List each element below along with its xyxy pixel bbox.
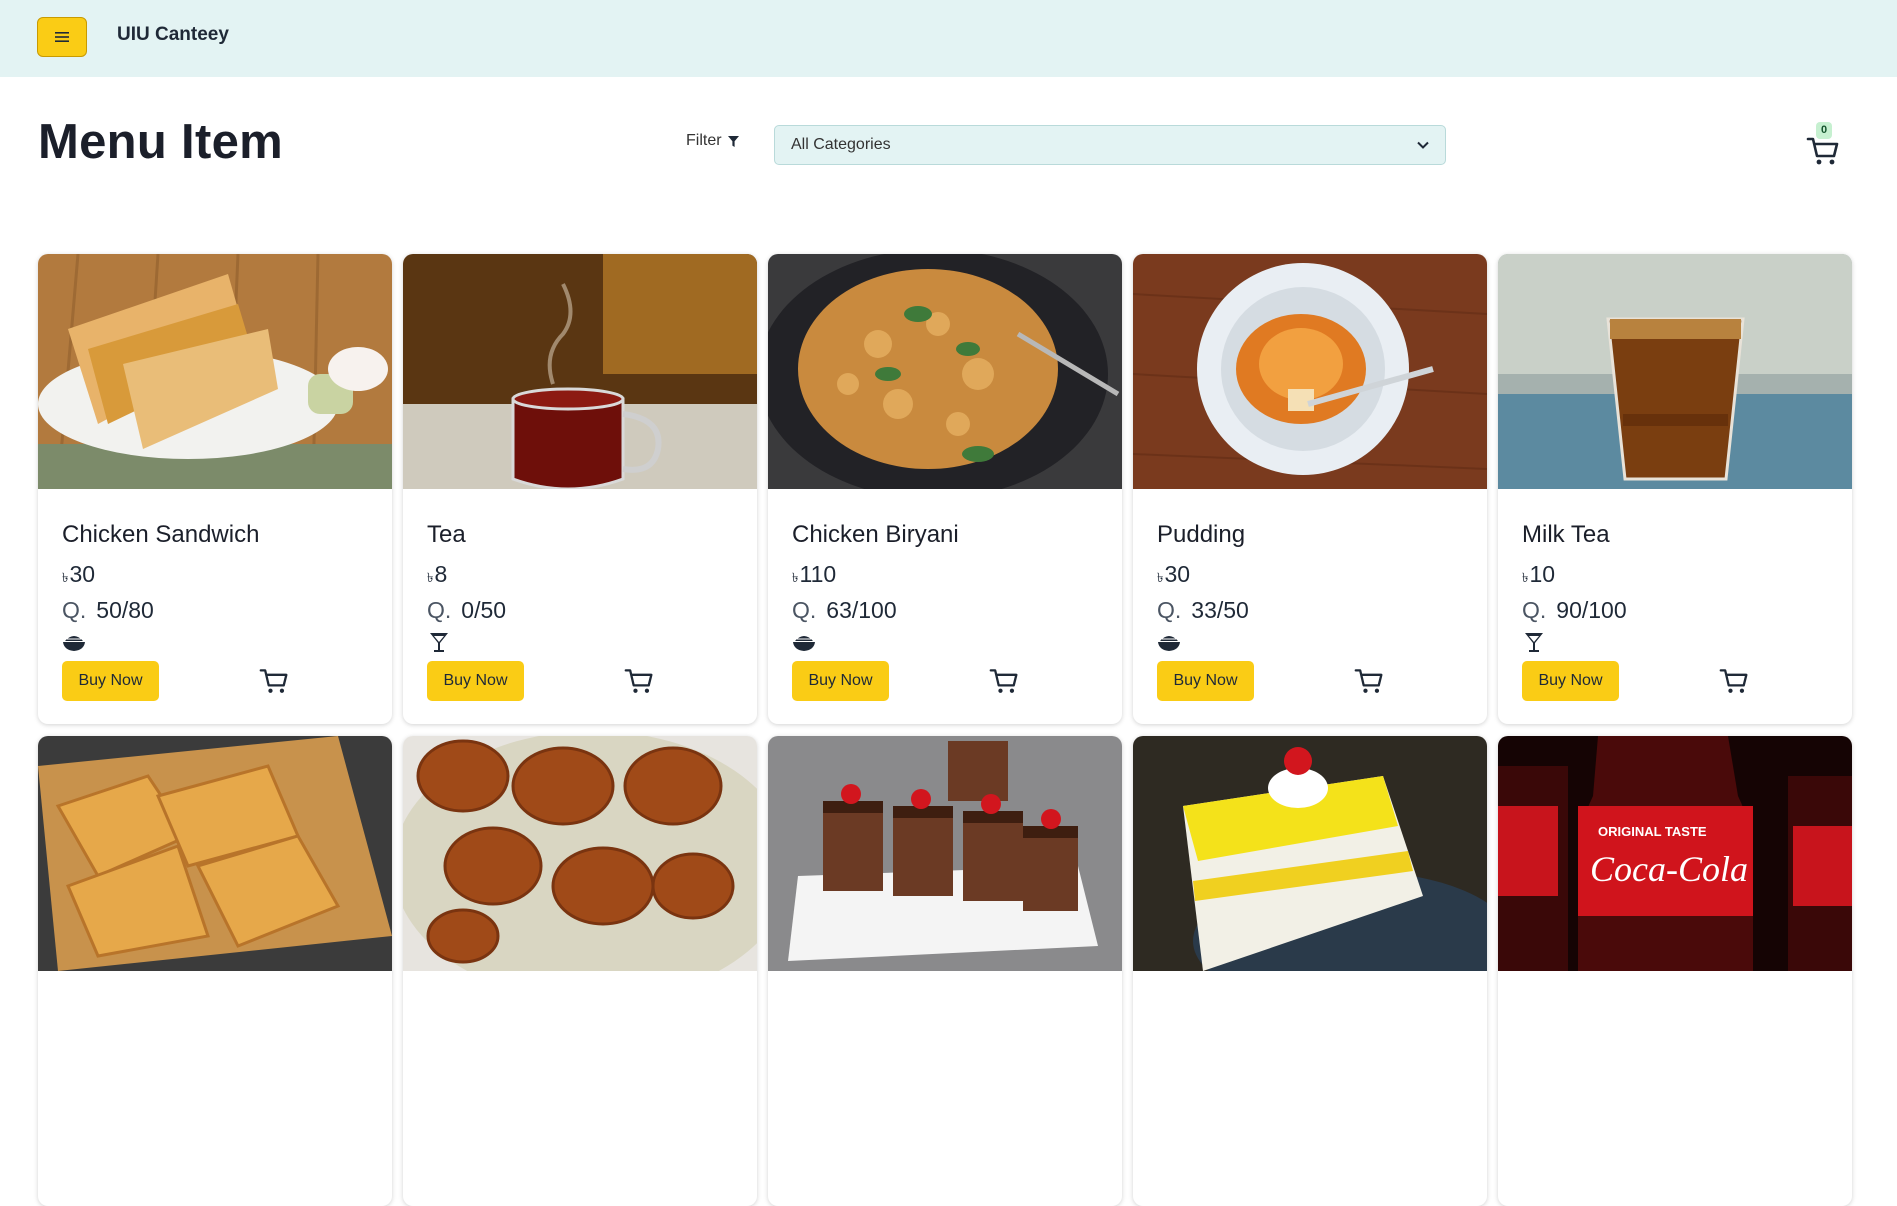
add-to-cart-icon[interactable]: [989, 666, 1019, 696]
menu-item-card: ORIGINAL TASTE Coca-Cola: [1498, 736, 1852, 1206]
svg-text:ORIGINAL TASTE: ORIGINAL TASTE: [1598, 824, 1707, 839]
quantity-value: 33/50: [1191, 597, 1249, 623]
menu-item-quantity: Q. 50/80: [62, 597, 154, 624]
menu-item-card: Chicken Biryani ৳ 110 Q. 63/100 Buy Now: [768, 254, 1122, 724]
menu-item-card: [768, 736, 1122, 1206]
chicken-biryani-photo: [768, 254, 1122, 489]
add-to-cart-icon[interactable]: [1719, 666, 1749, 696]
milk-tea-photo: [1498, 254, 1852, 489]
price-value: 30: [69, 561, 96, 587]
quantity-label: Q.: [1157, 597, 1182, 623]
add-to-cart-icon[interactable]: [259, 666, 289, 696]
menu-item-quantity: Q. 33/50: [1157, 597, 1249, 624]
buy-now-button[interactable]: Buy Now: [792, 661, 889, 701]
quantity-value: 50/80: [96, 597, 154, 623]
buy-now-button[interactable]: Buy Now: [1522, 661, 1619, 701]
currency-symbol: ৳: [1157, 570, 1164, 585]
pineapple-cake-photo: [1133, 736, 1487, 971]
chicken-sandwich-photo: [38, 254, 392, 489]
currency-symbol: ৳: [792, 570, 799, 585]
svg-text:Coca-Cola: Coca-Cola: [1590, 849, 1748, 889]
price-value: 10: [1529, 561, 1556, 587]
food-bowl-icon: [1158, 636, 1180, 651]
menu-item-name: Pudding: [1157, 521, 1246, 548]
cocktail-glass-icon: [430, 633, 448, 652]
menu-item-name: Chicken Sandwich: [62, 521, 260, 548]
filter-text: Filter: [686, 132, 722, 149]
food-bowl-icon: [63, 636, 85, 651]
currency-symbol: ৳: [62, 570, 69, 585]
add-to-cart-icon[interactable]: [624, 666, 654, 696]
category-select-value: All Categories: [791, 136, 891, 153]
chevron-down-icon: [1417, 141, 1429, 149]
menu-item-card: [38, 736, 392, 1206]
menu-item-card: Pudding ৳ 30 Q. 33/50 Buy Now: [1133, 254, 1487, 724]
menu-item-price: ৳ 10: [1522, 561, 1555, 590]
buy-now-button[interactable]: Buy Now: [427, 661, 524, 701]
pudding-photo: [1133, 254, 1487, 489]
funnel-icon: [727, 135, 739, 147]
quantity-label: Q.: [1522, 597, 1547, 623]
price-value: 110: [799, 561, 837, 587]
quantity-label: Q.: [792, 597, 817, 623]
menu-item-price: ৳ 8: [427, 561, 447, 590]
menu-item-card: [1133, 736, 1487, 1206]
quantity-value: 63/100: [826, 597, 897, 623]
quantity-value: 0/50: [461, 597, 507, 623]
price-value: 8: [434, 561, 448, 587]
food-bowl-icon: [793, 636, 815, 651]
top-navbar: UIU Canteey: [0, 0, 1897, 77]
filter-label: Filter: [686, 132, 739, 150]
hamburger-icon: [55, 32, 69, 42]
menu-item-card: Tea ৳ 8 Q. 0/50 Buy Now: [403, 254, 757, 724]
price-value: 30: [1164, 561, 1191, 587]
menu-item-name: Chicken Biryani: [792, 521, 959, 548]
category-select[interactable]: All Categories: [774, 125, 1446, 165]
menu-item-quantity: Q. 90/100: [1522, 597, 1627, 624]
menu-item-card: [403, 736, 757, 1206]
menu-item-price: ৳ 30: [1157, 561, 1190, 590]
quantity-label: Q.: [427, 597, 452, 623]
buy-now-button[interactable]: Buy Now: [62, 661, 159, 701]
menu-item-price: ৳ 30: [62, 561, 95, 590]
menu-item-price: ৳ 110: [792, 561, 836, 590]
menu-item-quantity: Q. 63/100: [792, 597, 897, 624]
currency-symbol: ৳: [427, 570, 434, 585]
menu-item-quantity: Q. 0/50: [427, 597, 506, 624]
fried-chicken-photo: [403, 736, 757, 971]
chocolate-cake-photo: [768, 736, 1122, 971]
pastry-patties-photo: [38, 736, 392, 971]
quantity-value: 90/100: [1556, 597, 1627, 623]
tea-photo: [403, 254, 757, 489]
menu-item-name: Milk Tea: [1522, 521, 1610, 548]
cart-icon[interactable]: [1806, 134, 1840, 168]
page-title: Menu Item: [38, 115, 283, 169]
cocktail-glass-icon: [1525, 633, 1543, 652]
menu-item-name: Tea: [427, 521, 466, 548]
buy-now-button[interactable]: Buy Now: [1157, 661, 1254, 701]
coca-cola-bottles-photo: ORIGINAL TASTE Coca-Cola: [1498, 736, 1852, 971]
app-title: UIU Canteey: [117, 24, 229, 45]
add-to-cart-icon[interactable]: [1354, 666, 1384, 696]
quantity-label: Q.: [62, 597, 87, 623]
menu-item-card: Milk Tea ৳ 10 Q. 90/100 Buy Now: [1498, 254, 1852, 724]
menu-item-card: Chicken Sandwich ৳ 30 Q. 50/80 Buy Now: [38, 254, 392, 724]
hamburger-menu-button[interactable]: [37, 17, 87, 57]
currency-symbol: ৳: [1522, 570, 1529, 585]
